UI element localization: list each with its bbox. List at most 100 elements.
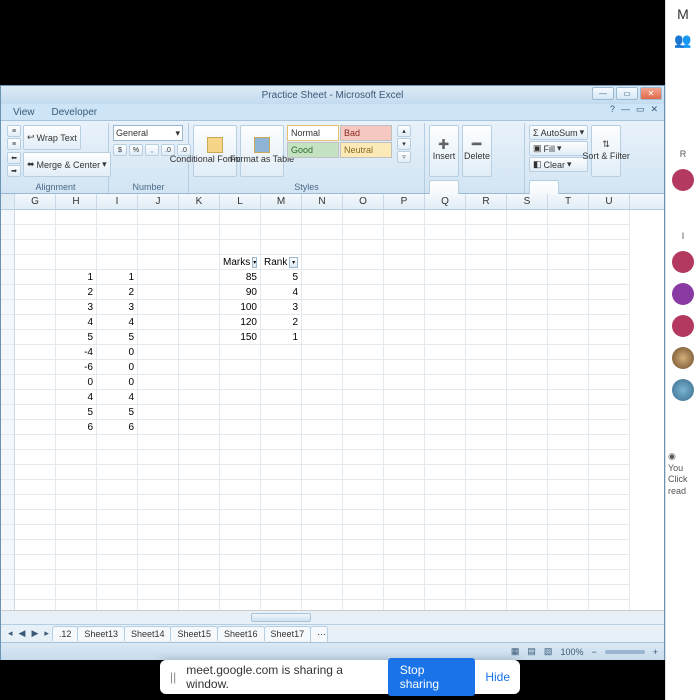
doc-minimize-icon[interactable]: — [621,104,630,115]
cell-M[interactable]: 2 [261,315,302,330]
spreadsheet-grid[interactable]: GHIJKLMNOPQRSTU Marks▾Rank▾1185522904331… [1,194,664,624]
sheet-tab[interactable]: Sheet16 [217,626,265,641]
indent-inc-icon[interactable]: ➡ [7,165,21,177]
style-normal[interactable]: Normal [287,125,339,141]
cell-H[interactable]: 4 [56,390,97,405]
cell-H[interactable]: 1 [56,270,97,285]
column-header-Q[interactable]: Q [425,194,466,209]
maximize-button[interactable]: ▭ [616,87,638,100]
cell-I[interactable]: 2 [97,285,138,300]
drag-handle-icon[interactable]: || [170,670,176,684]
cell-H[interactable]: 2 [56,285,97,300]
indent-dec-icon[interactable]: ⬅ [7,152,21,164]
column-header-G[interactable]: G [15,194,56,209]
cell-I[interactable]: 0 [97,375,138,390]
comma-icon[interactable]: , [145,144,159,156]
cell-H[interactable]: -4 [56,345,97,360]
column-header-L[interactable]: L [220,194,261,209]
column-header-U[interactable]: U [589,194,630,209]
new-sheet-button[interactable]: ⋯ [310,626,328,642]
sheet-nav-icon[interactable]: ◀ [16,628,29,639]
cell-M[interactable]: 4 [261,285,302,300]
merge-center-button[interactable]: ⬌ Merge & Center ▾ [23,152,111,177]
cell-L[interactable]: 120 [220,315,261,330]
column-header-M[interactable]: M [261,194,302,209]
cell-I[interactable]: 0 [97,360,138,375]
horizontal-scrollbar[interactable] [1,610,664,624]
style-good[interactable]: Good [287,142,339,158]
column-header-R[interactable]: R [466,194,507,209]
cell-I[interactable]: 6 [97,420,138,435]
column-header-P[interactable]: P [384,194,425,209]
sheet-nav-icon[interactable]: ◂ [5,628,16,639]
zoom-slider[interactable] [605,650,645,654]
hide-banner-button[interactable]: Hide [485,670,510,684]
style-bad[interactable]: Bad [340,125,392,141]
sheet-tab[interactable]: Sheet13 [77,626,125,641]
column-header-K[interactable]: K [179,194,220,209]
cell-H[interactable]: 4 [56,315,97,330]
cell-L[interactable]: 90 [220,285,261,300]
cell-M[interactable]: 5 [261,270,302,285]
sheet-tab[interactable]: Sheet14 [124,626,172,641]
clear-button[interactable]: ◧Clear ▾ [529,157,588,172]
wrap-text-button[interactable]: ↩ Wrap Text [23,125,81,150]
sheet-tab[interactable]: Sheet15 [170,626,218,641]
view-normal-icon[interactable]: ▦ [511,646,520,657]
avatar[interactable] [672,315,694,337]
column-header-T[interactable]: T [548,194,589,209]
minimize-button[interactable]: — [592,87,614,100]
number-format-select[interactable]: General▾ [113,125,183,141]
column-header-S[interactable]: S [507,194,548,209]
avatar[interactable] [672,251,694,273]
cell-H[interactable]: 5 [56,330,97,345]
currency-icon[interactable]: $ [113,144,127,156]
cell-I[interactable]: 4 [97,390,138,405]
cell-H[interactable]: -6 [56,360,97,375]
cell-H[interactable]: 0 [56,375,97,390]
view-layout-icon[interactable]: ▤ [527,646,536,657]
cell-I[interactable]: 4 [97,315,138,330]
cell-H[interactable]: 3 [56,300,97,315]
zoom-out-icon[interactable]: − [591,647,596,657]
stop-sharing-button[interactable]: Stop sharing [388,658,476,696]
column-header-H[interactable]: H [56,194,97,209]
style-neutral[interactable]: Neutral [340,142,392,158]
people-icon[interactable]: 👥 [674,32,691,49]
help-icon[interactable]: ? [610,104,615,115]
doc-close-icon[interactable]: ✕ [650,104,658,115]
insert-button[interactable]: ➕ Insert [429,125,459,177]
conditional-formatting-button[interactable]: Conditional Formatting [193,125,237,177]
cell-I[interactable]: 0 [97,345,138,360]
sheet-tab[interactable]: .12 [52,626,79,641]
sheet-tab[interactable]: Sheet17 [264,626,312,641]
tab-developer[interactable]: Developer [44,105,106,120]
avatar[interactable] [672,283,694,305]
column-header-N[interactable]: N [302,194,343,209]
cell-I[interactable]: 5 [97,330,138,345]
avatar[interactable] [672,379,694,401]
cell-H[interactable]: 5 [56,405,97,420]
zoom-in-icon[interactable]: + [653,647,658,657]
tab-view[interactable]: View [5,105,43,120]
doc-restore-icon[interactable]: ▭ [636,104,645,115]
avatar[interactable] [672,169,694,191]
cell-M[interactable]: 3 [261,300,302,315]
cell-I[interactable]: 1 [97,270,138,285]
view-break-icon[interactable]: ▧ [544,646,553,657]
avatar[interactable] [672,347,694,369]
align-top-icon[interactable]: ≡ [7,125,21,137]
styles-more-icon[interactable]: ▿ [397,151,411,163]
filter-marks-icon[interactable]: ▾ [252,257,257,268]
sheet-nav-icon[interactable]: ▸ [41,628,52,639]
align-mid-icon[interactable]: ≡ [7,138,21,150]
format-as-table-button[interactable]: Format as Table [240,125,284,177]
percent-icon[interactable]: % [129,144,143,156]
column-header-I[interactable]: I [97,194,138,209]
column-header-J[interactable]: J [138,194,179,209]
fill-button[interactable]: ▣Fill ▾ [529,141,588,156]
close-button[interactable]: ✕ [640,87,662,100]
styles-down-icon[interactable]: ▾ [397,138,411,150]
cell-I[interactable]: 3 [97,300,138,315]
cell-H[interactable]: 6 [56,420,97,435]
